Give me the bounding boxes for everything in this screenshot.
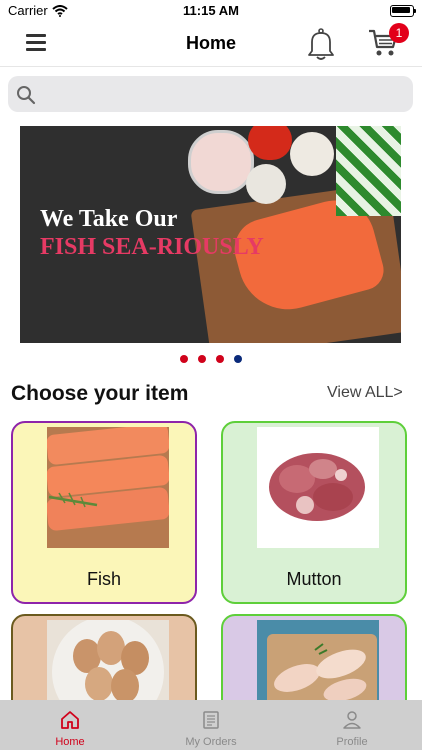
section-title: Choose your item <box>11 382 189 405</box>
tab-label: My Orders <box>185 736 237 748</box>
tab-profile[interactable]: Profile <box>282 700 422 750</box>
view-all-link[interactable]: View ALL> <box>327 384 403 402</box>
tab-my-orders[interactable]: My Orders <box>141 700 281 750</box>
eggs-image <box>47 616 169 728</box>
tab-bar: Home My Orders Profile <box>0 700 422 750</box>
home-icon <box>60 710 80 735</box>
tab-home[interactable]: Home <box>0 700 140 750</box>
carousel-dot[interactable] <box>180 355 188 363</box>
nav-bar: Home 1 <box>0 22 422 66</box>
category-card-mutton[interactable]: Mutton <box>221 421 407 604</box>
category-card-fish[interactable]: Fish <box>11 421 197 604</box>
banner-headline: We Take Our <box>40 206 178 232</box>
promo-banner[interactable]: We Take Our FISH SEA-RIOUSLY <box>20 126 401 343</box>
category-label: Fish <box>86 569 121 589</box>
chicken-image <box>257 620 379 706</box>
cart-count-badge: 1 <box>389 23 409 43</box>
orders-icon <box>201 710 221 735</box>
tab-label: Home <box>55 736 85 748</box>
carousel-dot[interactable] <box>234 355 242 363</box>
profile-icon <box>342 710 362 735</box>
carousel-indicator <box>0 350 422 368</box>
search-input[interactable] <box>42 76 406 114</box>
garlic-image <box>290 132 334 176</box>
garlic-image <box>246 164 286 204</box>
carousel-dot[interactable] <box>198 355 206 363</box>
salt-bowl-image <box>188 130 254 194</box>
search-icon <box>16 85 36 110</box>
category-label: Mutton <box>286 569 342 589</box>
bell-icon[interactable] <box>306 27 336 66</box>
status-time: 11:15 AM <box>183 3 239 18</box>
search-bar[interactable] <box>8 76 413 114</box>
fish-image <box>46 423 170 548</box>
checkered-cloth-image <box>336 126 401 216</box>
battery-icon <box>390 5 416 17</box>
status-bar: Carrier 11:15 AM <box>0 0 422 22</box>
mutton-image <box>257 427 379 548</box>
header-divider <box>0 66 422 67</box>
page-title: Home <box>185 33 236 53</box>
banner-tagline: FISH SEA-RIOUSLY <box>40 234 264 260</box>
tab-label: Profile <box>336 736 368 748</box>
carousel-dot[interactable] <box>216 355 224 363</box>
tomato-image <box>248 126 292 160</box>
